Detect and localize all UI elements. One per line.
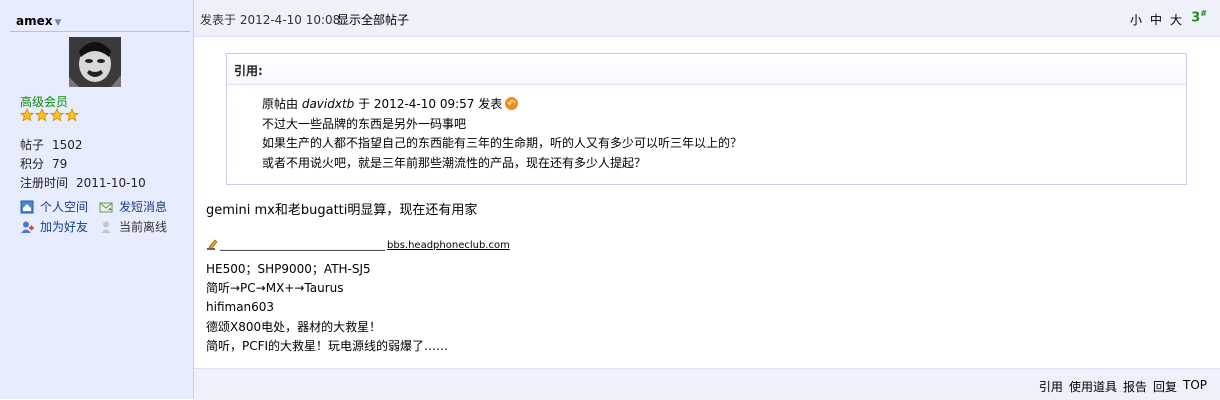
chevron-down-icon[interactable]: ▼ <box>54 18 61 28</box>
stat-value: 2011-10-10 <box>76 176 146 190</box>
stat-registered: 注册时间 2011-10-10 <box>20 174 146 191</box>
quote-button[interactable]: 引用 <box>1039 378 1063 395</box>
signature: ______________________________ bbs.headp… <box>206 238 510 356</box>
personal-space-label[interactable]: 个人空间 <box>40 198 88 215</box>
stat-label: 帖子 <box>20 138 45 152</box>
post-actions: 引用 使用道具 报告 回复 TOP <box>1039 378 1207 395</box>
report-button[interactable]: 报告 <box>1123 378 1147 395</box>
avatar[interactable] <box>69 37 121 87</box>
send-message-label[interactable]: 发短消息 <box>119 198 167 215</box>
post-footer: 引用 使用道具 报告 回复 TOP <box>194 368 1220 400</box>
font-large-button[interactable]: 大 <box>1170 11 1182 28</box>
quote-by-prefix: 原帖由 <box>262 97 302 111</box>
quote-line: 不过大一些品牌的东西是另外一码事吧 <box>262 116 467 131</box>
username-text[interactable]: amex <box>16 14 52 28</box>
signature-line: HE500；SHP9000；ATH-SJ5 <box>206 262 371 276</box>
floor-number[interactable]: 3# <box>1191 9 1207 25</box>
star-icon <box>50 108 64 122</box>
avatar-image <box>69 37 121 87</box>
stat-value: 79 <box>52 157 68 171</box>
home-icon <box>20 200 34 213</box>
stat-value: 1502 <box>52 138 83 152</box>
add-friend-label[interactable]: 加为好友 <box>40 218 88 235</box>
quote-body: 原帖由 davidxtb 于 2012-4-10 09:57 发表 不过大一些品… <box>262 95 742 173</box>
star-icon <box>35 108 49 122</box>
post-timestamp: 发表于 2012-4-10 10:08 <box>200 13 341 27</box>
font-small-button[interactable]: 小 <box>1130 11 1142 28</box>
top-button[interactable]: TOP <box>1183 378 1207 395</box>
pencil-icon <box>207 239 218 250</box>
floor-sup: # <box>1200 9 1207 18</box>
use-tool-button[interactable]: 使用道具 <box>1069 378 1117 395</box>
reply-button[interactable]: 回复 <box>1153 378 1177 395</box>
personal-space-link[interactable]: 个人空间 <box>20 198 88 215</box>
font-size-switcher: 小 中 大 <box>1130 11 1182 28</box>
signature-line: 简听→PC→MX+→Taurus <box>206 281 344 296</box>
quote-author: davidxtb <box>301 97 355 111</box>
stat-label: 注册时间 <box>20 176 69 190</box>
signature-line: hifiman603 <box>206 300 275 315</box>
offline-user-icon <box>101 221 111 233</box>
online-status-label: 当前离线 <box>119 220 168 234</box>
post-header: 发表于 2012-4-10 10:08 显示全部帖子 小 中 大 3# <box>194 0 1220 37</box>
envelope-icon <box>99 202 113 212</box>
star-icon <box>20 108 34 122</box>
online-status: 当前离线 <box>99 218 167 235</box>
go-to-post-icon[interactable] <box>505 95 519 115</box>
quote-attribution: 原帖由 davidxtb 于 2012-4-10 09:57 发表 <box>262 95 742 115</box>
signature-dashes: ______________________________ <box>220 238 385 251</box>
quote-title: 引用: <box>227 54 1186 85</box>
show-all-posts-link[interactable]: 显示全部帖子 <box>337 11 409 28</box>
send-message-link[interactable]: 发短消息 <box>99 198 167 215</box>
add-friend-link[interactable]: 加为好友 <box>20 218 88 235</box>
floor-value[interactable]: 3 <box>1191 10 1200 25</box>
quote-by-suffix: 于 2012-4-10 09:57 发表 <box>354 97 503 111</box>
username[interactable]: amex ▼ <box>16 14 61 28</box>
quote-line: 或者不用说火吧，就是三年前那些潮流性的产品，现在还有多少人提起？ <box>262 155 647 170</box>
signature-line: 简听，PCFI的大救星！玩电源线的弱爆了…… <box>206 338 449 353</box>
post-message: gemini mx和老bugatti明显算，现在还有用家 <box>206 203 478 218</box>
star-icon <box>65 108 79 122</box>
user-sidebar: amex ▼ 高级会员 帖子 1502 积分 79 注册时间 2011-10-10 个人… <box>0 0 194 399</box>
signature-site: bbs.headphoneclub.com <box>387 240 510 251</box>
signature-lines: HE500；SHP9000；ATH-SJ5 简听→PC→MX+→Taurus h… <box>206 260 510 356</box>
stat-points: 积分 79 <box>20 155 67 172</box>
quote-line: 如果生产的人都不指望自己的东西能有三年的生命期，听的人又有多少可以听三年以上的？ <box>262 136 743 150</box>
signature-divider: ______________________________ bbs.headp… <box>206 238 510 251</box>
rank-stars <box>20 108 79 122</box>
font-medium-button[interactable]: 中 <box>1150 11 1162 28</box>
signature-line: 德颂X800电处，器材的大救星！ <box>206 319 382 334</box>
stat-label: 积分 <box>20 157 45 171</box>
quote-block: 引用: 原帖由 davidxtb 于 2012-4-10 09:57 发表 不过… <box>226 53 1187 185</box>
divider <box>10 31 190 32</box>
add-user-icon <box>21 221 34 233</box>
stat-posts: 帖子 1502 <box>20 136 83 153</box>
